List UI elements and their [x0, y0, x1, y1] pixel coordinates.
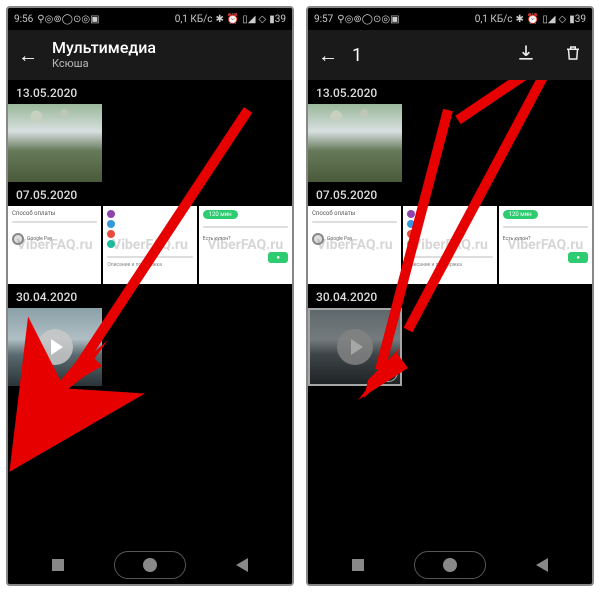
- selection-check-icon: ✓: [378, 362, 398, 382]
- media-thumb-screenshot[interactable]: Описание и поддержка ViberFAQ.ru: [403, 206, 496, 284]
- page-subtitle: Ксюша: [52, 58, 156, 71]
- battery-icon: ▮39: [269, 14, 286, 25]
- nav-bar: [308, 546, 592, 584]
- nav-back-icon[interactable]: [236, 558, 248, 572]
- net-speed: 0,1 КБ/с: [175, 14, 213, 25]
- back-icon[interactable]: ←: [318, 43, 338, 68]
- media-content: 13.05.2020 07.05.2020 Способ оплаты Goog…: [8, 80, 292, 546]
- nav-home-button[interactable]: [114, 551, 186, 579]
- selection-count: 1: [352, 45, 362, 66]
- signal-icon: ▯◢: [242, 14, 255, 25]
- wifi-icon: ◇: [259, 14, 267, 25]
- media-thumb-screenshot[interactable]: Способ оплаты Google Pay ViberFAQ.ru: [308, 206, 401, 284]
- screenshot-right: 9:57 ⚲◎⊚◯⊙◎▣ 0,1 КБ/с ✱ ⏰ ▯◢ ◇ ▮39 ← 1: [306, 6, 594, 586]
- alarm-icon: ⏰: [227, 14, 239, 25]
- media-thumb-screenshot[interactable]: 120 мин Есть купон? ● ViberFAQ.ru: [199, 206, 292, 284]
- media-thumb-video-selected[interactable]: ✓: [308, 308, 402, 386]
- nav-recent-icon[interactable]: [52, 559, 64, 571]
- selection-header: ← 1: [308, 30, 592, 80]
- bt-icon: ✱: [515, 14, 523, 25]
- status-bar: 9:56 ⚲◎⊚◯⊙◎▣ 0,1 КБ/с ✱ ⏰ ▯◢ ◇ ▮39: [8, 8, 292, 30]
- bt-icon: ✱: [215, 14, 223, 25]
- back-icon[interactable]: ←: [18, 43, 38, 68]
- page-title: Мультимедиа: [52, 39, 156, 57]
- date-group-label: 07.05.2020: [8, 182, 292, 206]
- net-speed: 0,1 КБ/с: [475, 14, 513, 25]
- delete-icon[interactable]: [564, 43, 582, 68]
- download-icon[interactable]: [516, 43, 536, 68]
- media-content: 13.05.2020 07.05.2020 Способ оплаты Goog…: [308, 80, 592, 546]
- media-thumb-screenshot[interactable]: Описание и поддержка ViberFAQ.ru: [103, 206, 196, 284]
- status-icons-left: ⚲◎⊚◯⊙◎▣: [37, 14, 99, 25]
- app-header: ← Мультимедиа Ксюша: [8, 30, 292, 80]
- date-group-label: 13.05.2020: [308, 80, 592, 104]
- screenshot-left: 9:56 ⚲◎⊚◯⊙◎▣ 0,1 КБ/с ✱ ⏰ ▯◢ ◇ ▮39 ← Мул…: [6, 6, 294, 586]
- status-time: 9:56: [14, 14, 33, 25]
- date-group-label: 07.05.2020: [308, 182, 592, 206]
- media-thumb-screenshot[interactable]: Способ оплаты Google Pay ViberFAQ.ru: [8, 206, 101, 284]
- alarm-icon: ⏰: [527, 14, 539, 25]
- media-thumb-video[interactable]: [8, 308, 102, 386]
- battery-icon: ▮39: [569, 14, 586, 25]
- nav-bar: [8, 546, 292, 584]
- status-time: 9:57: [314, 14, 333, 25]
- date-group-label: 30.04.2020: [8, 284, 292, 308]
- play-icon: [337, 329, 373, 365]
- nav-recent-icon[interactable]: [352, 559, 364, 571]
- signal-icon: ▯◢: [542, 14, 555, 25]
- play-icon: [37, 329, 73, 365]
- media-thumb-screenshot[interactable]: 120 мин Есть купон? ● ViberFAQ.ru: [499, 206, 592, 284]
- date-group-label: 13.05.2020: [8, 80, 292, 104]
- status-icons-left: ⚲◎⊚◯⊙◎▣: [337, 14, 399, 25]
- nav-home-button[interactable]: [414, 551, 486, 579]
- media-thumb-photo[interactable]: [308, 104, 402, 182]
- wifi-icon: ◇: [559, 14, 567, 25]
- nav-back-icon[interactable]: [536, 558, 548, 572]
- status-bar: 9:57 ⚲◎⊚◯⊙◎▣ 0,1 КБ/с ✱ ⏰ ▯◢ ◇ ▮39: [308, 8, 592, 30]
- date-group-label: 30.04.2020: [308, 284, 592, 308]
- media-thumb-photo[interactable]: [8, 104, 102, 182]
